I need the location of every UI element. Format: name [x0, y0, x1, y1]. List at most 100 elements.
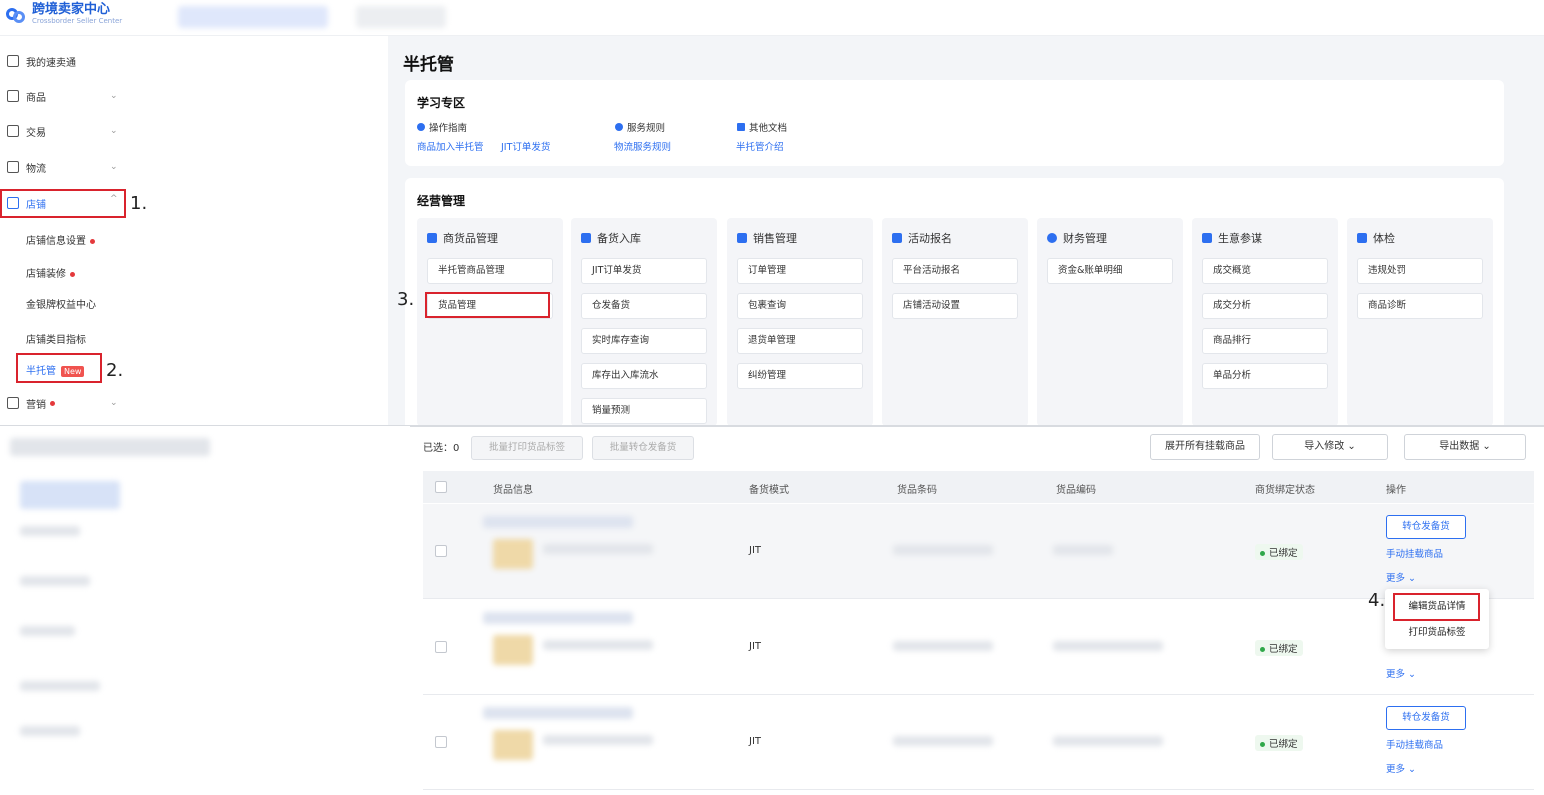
highlight-box-goods-management — [425, 292, 550, 318]
study-link[interactable]: 物流服务规则 — [614, 139, 671, 153]
ops-link-button[interactable]: 店铺活动设置 — [892, 293, 1018, 319]
column-header: 货品信息 — [493, 485, 533, 496]
blurred-goods-image — [493, 730, 533, 760]
blurred-top-tab[interactable] — [178, 6, 328, 28]
sales-icon — [737, 233, 747, 243]
rules-icon — [615, 123, 623, 131]
ops-column: 备货入库 JIT订单发货 仓发备货 实时库存查询 库存出入库流水 销量预测 — [571, 218, 717, 426]
ops-link-button[interactable]: 成交概览 — [1202, 258, 1328, 284]
ops-link-button[interactable]: 纠纷管理 — [737, 363, 863, 389]
blurred-goods-info — [543, 735, 653, 745]
stock-mode: JIT — [749, 736, 762, 747]
bar-chart-icon — [1202, 233, 1212, 243]
ops-link-button[interactable]: 退货单管理 — [737, 328, 863, 354]
batch-transfer-button[interactable]: 批量转仓发备货 — [592, 436, 694, 460]
print-goods-label-item[interactable]: 打印货品标签 — [1385, 621, 1489, 645]
bound-status-badge: 已绑定 — [1255, 735, 1303, 751]
ops-link-button[interactable]: 实时库存查询 — [581, 328, 707, 354]
sidebar-item-logistics[interactable]: 物流 ⌄ — [0, 152, 388, 182]
study-card: 学习专区 操作指南 商品加入半托管 JIT订单发货 服务规则 物流服务规则 其他… — [405, 80, 1504, 166]
sidebar-subitem-medal-center[interactable]: 金银牌权益中心 — [26, 296, 96, 311]
column-header: 操作 — [1386, 485, 1406, 496]
column-header: 货品编码 — [1056, 485, 1096, 496]
ops-heading-text: 体检 — [1373, 232, 1395, 245]
batch-print-button[interactable]: 批量打印货品标签 — [471, 436, 583, 460]
blurred-block — [20, 576, 90, 586]
blurred-sidebar — [0, 426, 410, 795]
study-group-docs: 其他文档 — [737, 120, 787, 134]
sidebar-subitem-category-metrics[interactable]: 店铺类目指标 — [26, 331, 86, 346]
blurred-goods-image — [493, 635, 533, 665]
ops-heading-text: 商货品管理 — [443, 232, 498, 245]
manual-mount-link[interactable]: 手动挂载商品 — [1386, 737, 1443, 751]
ops-link-button[interactable]: 商品排行 — [1202, 328, 1328, 354]
ops-link-button[interactable]: JIT订单发货 — [581, 258, 707, 284]
ops-link-button[interactable]: 违规处罚 — [1357, 258, 1483, 284]
blurred-goods-info — [483, 516, 633, 528]
table-row: JIT 已绑定 更多 ⌄ — [423, 600, 1534, 695]
transfer-stock-button[interactable]: 转仓发备货 — [1386, 706, 1466, 730]
ops-link-button[interactable]: 半托管商品管理 — [427, 258, 553, 284]
blurred-top-tab[interactable] — [356, 6, 446, 28]
ops-column-heading: 活动报名 — [892, 230, 952, 246]
blurred-barcode — [893, 736, 993, 746]
sidebar-item-home[interactable]: 我的速卖通 — [0, 46, 388, 76]
study-link[interactable]: 半托管介绍 — [736, 139, 784, 153]
sidebar-subitem-label: 金银牌权益中心 — [26, 300, 96, 311]
sidebar-subitem-store-decor[interactable]: 店铺装修 — [26, 265, 75, 280]
finance-icon — [1047, 233, 1057, 243]
trade-icon — [7, 125, 19, 137]
ops-link-button[interactable]: 商品诊断 — [1357, 293, 1483, 319]
marketing-icon — [7, 397, 19, 409]
page-title: 半托管 — [403, 55, 454, 75]
blurred-block — [20, 481, 120, 509]
sidebar-item-products[interactable]: 商品 ⌄ — [0, 81, 388, 111]
step-label-4: 4. — [1368, 590, 1386, 611]
study-link[interactable]: 商品加入半托管 — [417, 139, 484, 153]
activity-icon — [892, 233, 902, 243]
ops-link-button[interactable]: 成交分析 — [1202, 293, 1328, 319]
sidebar-item-label: 营销 — [26, 399, 46, 411]
row-checkbox[interactable] — [435, 545, 447, 557]
ops-column: 活动报名 平台活动报名 店铺活动设置 — [882, 218, 1028, 426]
ops-column-heading: 销售管理 — [737, 230, 797, 246]
ops-column: 销售管理 订单管理 包裹查询 退货单管理 纠纷管理 — [727, 218, 873, 426]
sidebar-subitem-store-info[interactable]: 店铺信息设置 — [26, 232, 95, 247]
more-dropdown-link[interactable]: 更多 ⌄ — [1386, 666, 1416, 680]
sidebar-item-trade[interactable]: 交易 ⌄ — [0, 116, 388, 146]
notification-dot — [90, 238, 95, 244]
ops-link-button[interactable]: 库存出入库流水 — [581, 363, 707, 389]
highlight-box-semi-managed — [16, 353, 102, 383]
row-checkbox[interactable] — [435, 641, 447, 653]
blurred-goods-code — [1053, 736, 1163, 746]
expand-all-button[interactable]: 展开所有挂载商品 — [1150, 434, 1260, 460]
sidebar-subitem-label: 店铺装修 — [26, 269, 66, 280]
row-checkbox[interactable] — [435, 736, 447, 748]
app-logo[interactable]: 跨境卖家中心 Crossborder Seller Center — [6, 3, 122, 26]
ops-link-button[interactable]: 平台活动报名 — [892, 258, 1018, 284]
transfer-stock-button[interactable]: 转仓发备货 — [1386, 515, 1466, 539]
blurred-block — [20, 681, 100, 691]
import-edit-button[interactable]: 导入修改 ⌄ — [1272, 434, 1388, 460]
export-data-button[interactable]: 导出数据 ⌄ — [1404, 434, 1526, 460]
selected-count: 已选：0 — [423, 443, 460, 454]
ops-heading-text: 生意参谋 — [1218, 232, 1262, 245]
ops-link-button[interactable]: 订单管理 — [737, 258, 863, 284]
manual-mount-link[interactable]: 手动挂载商品 — [1386, 546, 1443, 560]
ops-link-button[interactable]: 仓发备货 — [581, 293, 707, 319]
blurred-block — [10, 438, 210, 456]
goods-icon — [427, 233, 437, 243]
blurred-goods-info — [543, 640, 653, 650]
study-link[interactable]: JIT订单发货 — [501, 139, 550, 153]
app-subtitle: Crossborder Seller Center — [32, 17, 123, 25]
select-all-checkbox[interactable] — [435, 481, 447, 493]
blurred-goods-code — [1053, 545, 1113, 555]
study-group-rules: 服务规则 — [615, 120, 665, 134]
ops-link-button[interactable]: 包裹查询 — [737, 293, 863, 319]
ops-link-button[interactable]: 销量预测 — [581, 398, 707, 424]
more-dropdown-link[interactable]: 更多 ⌄ — [1386, 761, 1416, 775]
ops-link-button[interactable]: 单品分析 — [1202, 363, 1328, 389]
sidebar-item-marketing[interactable]: 营销 ⌄ — [0, 388, 388, 418]
ops-link-button[interactable]: 资金&账单明细 — [1047, 258, 1173, 284]
more-dropdown-link[interactable]: 更多 ⌄ — [1386, 570, 1416, 584]
